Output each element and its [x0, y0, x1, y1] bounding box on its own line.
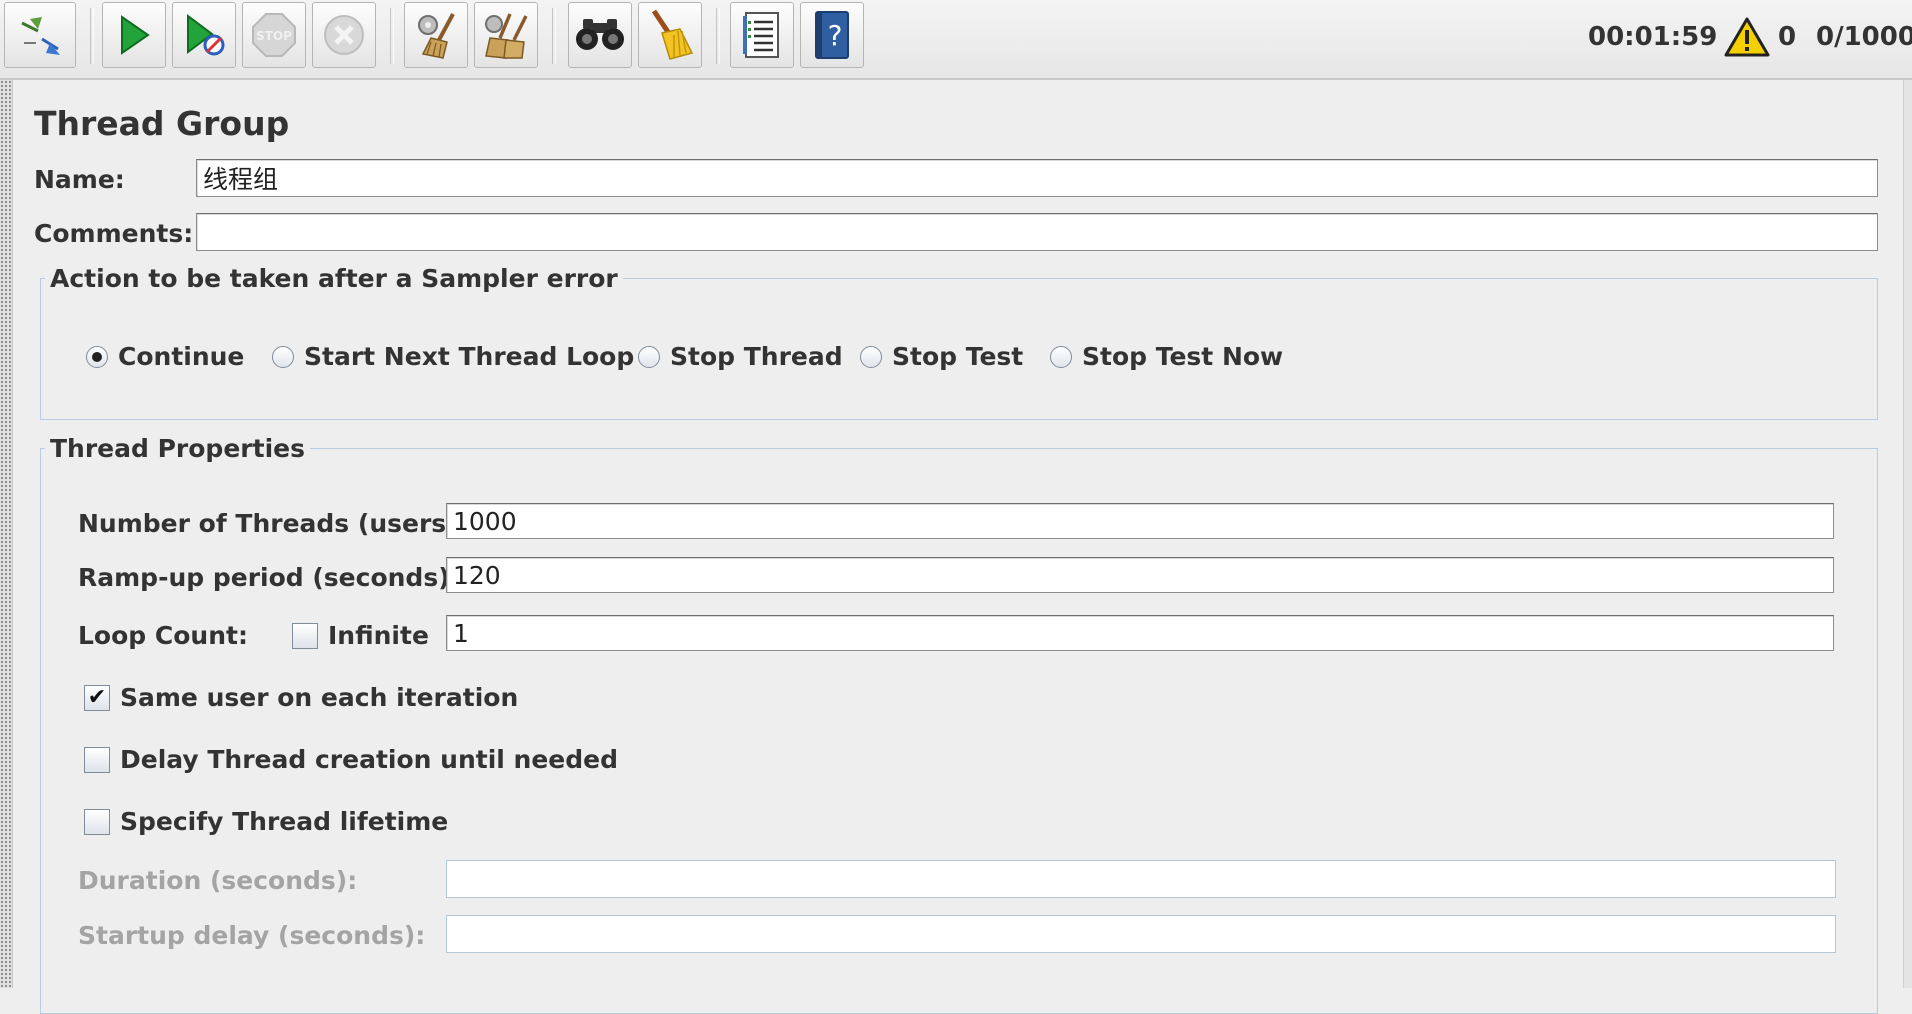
name-label: Name: [34, 165, 125, 194]
clear-button[interactable] [404, 2, 468, 68]
infinite-checkbox[interactable]: Infinite [292, 621, 429, 650]
radio-indicator[interactable] [638, 345, 660, 368]
checkbox-label: Same user on each iteration [120, 683, 519, 712]
radio-continue[interactable]: Continue [86, 342, 244, 371]
broom-gear-icon [418, 13, 455, 59]
start-button[interactable] [102, 2, 166, 68]
play-no-pause-icon [187, 14, 225, 56]
radio-start-next-thread-loop[interactable]: Start Next Thread Loop [272, 342, 634, 371]
elapsed-time: 00:01:59 [1588, 22, 1718, 52]
radio-stop-thread[interactable]: Stop Thread [638, 342, 843, 371]
toggle-tree-button[interactable] [4, 2, 76, 68]
checkbox-box[interactable] [84, 746, 110, 773]
search-button[interactable] [568, 2, 632, 68]
active-threads: 0/1000 [1816, 22, 1912, 52]
checkbox-label: Infinite [328, 621, 429, 650]
radio-label: Stop Test Now [1082, 342, 1284, 371]
radio-label: Start Next Thread Loop [304, 342, 635, 371]
page-title: Thread Group [34, 104, 290, 143]
warning-icon[interactable] [1724, 16, 1770, 58]
radio-indicator[interactable] [272, 345, 294, 368]
svg-text:STOP: STOP [256, 29, 292, 43]
checkbox-box[interactable] [84, 808, 110, 835]
comments-label: Comments: [34, 219, 194, 248]
radio-stop-test[interactable]: Stop Test [860, 342, 1023, 371]
startup-delay-label: Startup delay (seconds): [78, 921, 426, 950]
num-threads-label: Number of Threads (users): [78, 509, 468, 538]
ramp-up-field[interactable] [446, 557, 1834, 593]
toolbar: STOP ? 00:01:59 0 0/1000 [0, 0, 1912, 80]
help-book-icon: ? [815, 11, 849, 59]
loop-count-field[interactable] [446, 615, 1834, 651]
duration-label: Duration (seconds): [78, 866, 358, 895]
start-no-timers-button[interactable] [172, 2, 236, 68]
warning-count: 0 [1778, 22, 1797, 52]
duration-field [446, 860, 1836, 898]
name-field[interactable] [196, 159, 1878, 197]
reset-search-button[interactable] [638, 2, 702, 68]
delay-creation-checkbox[interactable]: Delay Thread creation until needed [84, 745, 618, 774]
num-threads-field[interactable] [446, 503, 1834, 539]
checkbox-label: Delay Thread creation until needed [120, 745, 618, 774]
radio-indicator[interactable] [1050, 345, 1072, 368]
radio-label: Stop Thread [670, 342, 843, 371]
broom-double-icon [485, 13, 528, 59]
function-helper-button[interactable] [730, 2, 794, 68]
radio-stop-test-now[interactable]: Stop Test Now [1050, 342, 1283, 371]
broom-icon [651, 9, 694, 60]
checkbox-label: Specify Thread lifetime [120, 807, 449, 836]
loop-count-label: Loop Count: [78, 621, 248, 650]
clear-all-button[interactable] [474, 2, 538, 68]
stop-icon: STOP [252, 13, 296, 57]
svg-text:?: ? [828, 19, 843, 52]
status-area: 00:01:59 0 0/1000 [1492, 0, 1912, 78]
thread-properties-legend: Thread Properties [50, 434, 305, 463]
radio-label: Continue [118, 342, 245, 371]
radio-indicator-selected[interactable] [86, 345, 108, 368]
tree-splitter[interactable] [0, 80, 13, 988]
radio-indicator[interactable] [860, 345, 882, 368]
stop-button[interactable]: STOP [242, 2, 306, 68]
help-button[interactable]: ? [800, 2, 864, 68]
checkbox-box[interactable] [292, 622, 318, 649]
shutdown-icon [324, 15, 364, 55]
comments-field[interactable] [196, 213, 1878, 251]
specify-lifetime-checkbox[interactable]: Specify Thread lifetime [84, 807, 448, 836]
play-icon [121, 15, 150, 55]
shutdown-button[interactable] [312, 2, 376, 68]
radio-label: Stop Test [892, 342, 1024, 371]
ramp-up-label: Ramp-up period (seconds): [78, 563, 460, 592]
expand-collapse-icon [21, 17, 60, 55]
binoculars-icon [576, 19, 624, 50]
startup-delay-field [446, 915, 1836, 953]
checkbox-box-checked[interactable]: ✔ [84, 684, 110, 711]
right-edge [1903, 80, 1912, 988]
same-user-checkbox[interactable]: ✔ Same user on each iteration [84, 683, 518, 712]
list-icon [743, 12, 779, 58]
sampler-error-legend: Action to be taken after a Sampler error [50, 264, 618, 293]
